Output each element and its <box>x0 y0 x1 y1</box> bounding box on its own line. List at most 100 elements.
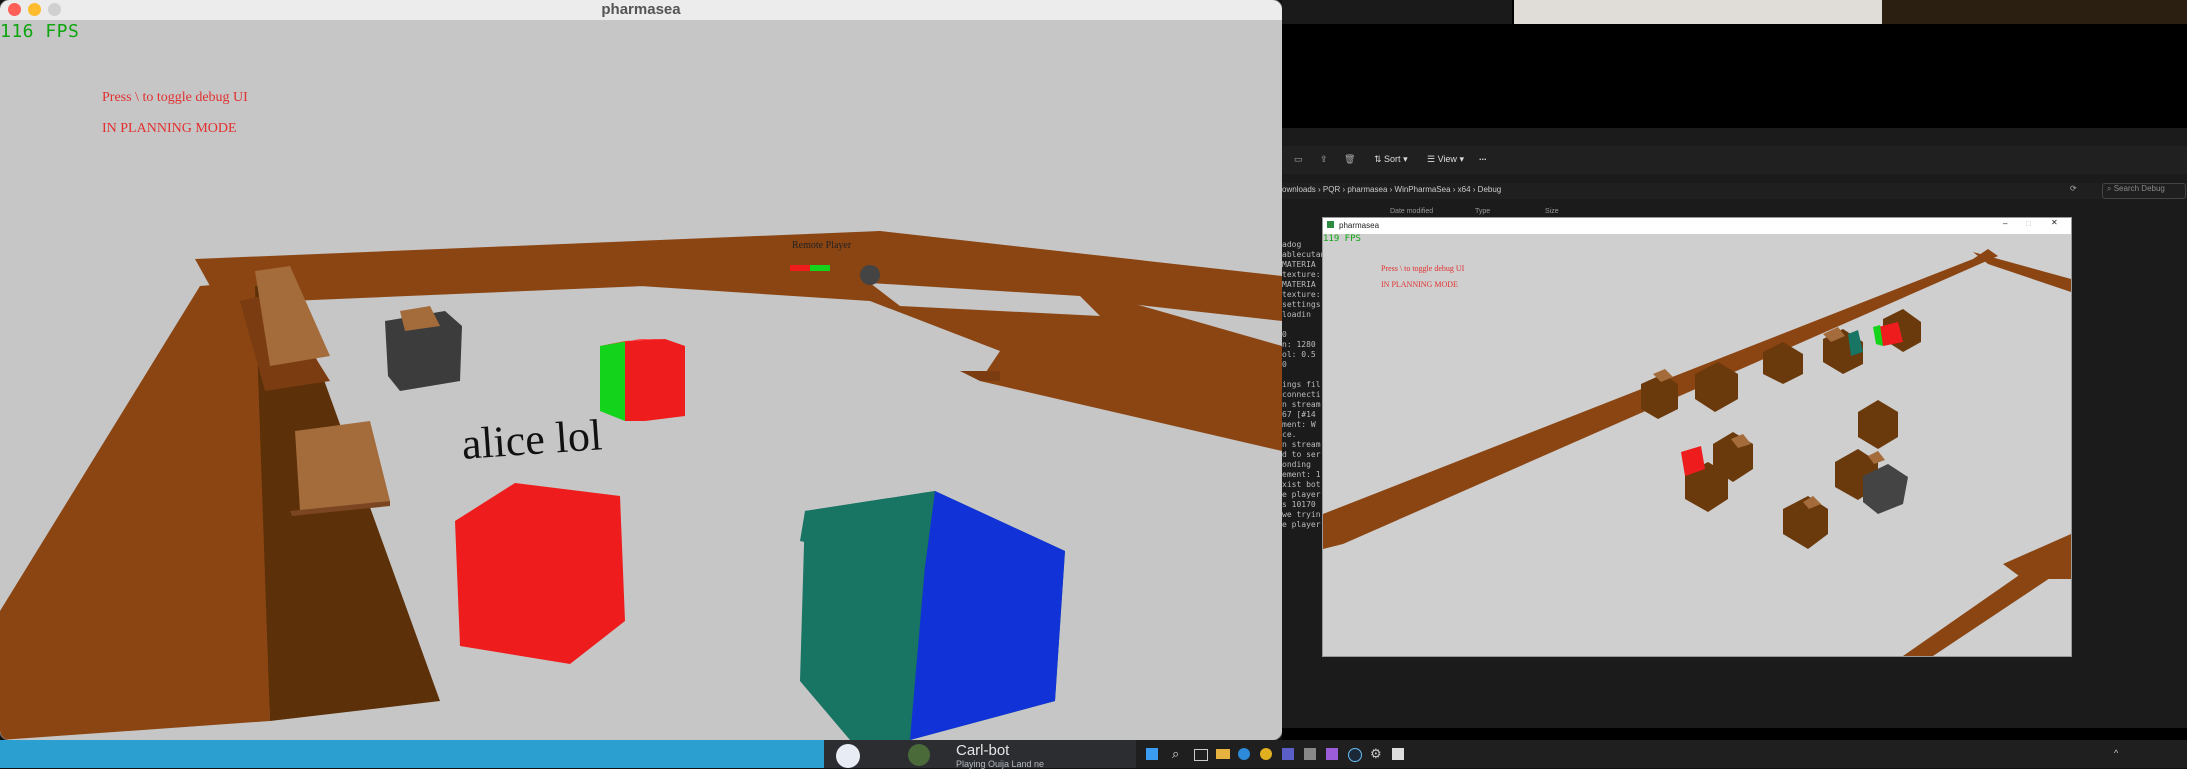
view-button[interactable]: ☰ View ▾ <box>1427 154 1464 165</box>
log-line: we tryin <box>1282 510 1321 519</box>
search-placeholder: Search Debug <box>2113 184 2165 193</box>
mode-text: IN PLANNING MODE <box>102 121 237 136</box>
app-icon <box>1327 221 1334 228</box>
breadcrumb-item[interactable]: Debug <box>1478 185 1502 194</box>
breadcrumb-item[interactable]: WinPharmaSea <box>1395 185 1451 194</box>
windows-start-icon[interactable] <box>1146 748 1158 760</box>
steam-icon[interactable] <box>1348 748 1362 762</box>
copy-icon[interactable]: ▭ <box>1294 154 1303 165</box>
log-line: d to ser <box>1282 450 1321 459</box>
console-log: adogablecutanmodsMATERIAtexture:MATERIAt… <box>1282 240 1322 600</box>
file-explorer-icon[interactable] <box>1216 749 1230 759</box>
window-title: pharmasea <box>601 1 681 18</box>
minimize-button[interactable]: – <box>2003 219 2007 228</box>
log-line: n: 1280 <box>1282 340 1316 349</box>
column-header-date[interactable]: Date modified <box>1390 208 1433 215</box>
search-input[interactable]: ⌕ Search Debug <box>2102 183 2186 199</box>
log-line: adog <box>1282 240 1302 249</box>
log-line: connecti <box>1282 390 1321 399</box>
explorer-toolbar: ▭ ⇪ 🗑 ⇅ Sort ▾ ☰ View ▾ ... <box>1282 146 2187 174</box>
breadcrumb[interactable]: ownloads › PQR › pharmasea › WinPharmaSe… <box>1282 185 1501 194</box>
log-line: loadin <box>1282 310 1311 319</box>
sort-label: Sort <box>1384 154 1401 164</box>
column-header-type[interactable]: Type <box>1475 208 1490 215</box>
log-line: xist bot <box>1282 480 1321 489</box>
breadcrumb-item[interactable]: x64 <box>1458 185 1471 194</box>
windows-taskbar: ⌕ ⚙ ^ <box>1136 740 2187 768</box>
thumbnail[interactable] <box>1514 0 1904 24</box>
tray-chevron-icon[interactable]: ^ <box>2114 748 2118 758</box>
log-line: texture: <box>1282 290 1321 299</box>
edge-icon[interactable] <box>1238 748 1250 760</box>
log-line: e player <box>1282 520 1321 529</box>
bot-name: Carl-bot <box>956 742 1010 759</box>
refresh-icon[interactable]: ⟳ <box>2070 184 2077 193</box>
log-line: MATERIA <box>1282 260 1316 269</box>
log-line: settings <box>1282 300 1321 309</box>
log-line: n stream <box>1282 400 1321 409</box>
breadcrumb-item[interactable]: pharmasea <box>1347 185 1387 194</box>
view-label: View <box>1437 154 1457 164</box>
desktop-background <box>0 740 824 768</box>
log-line: texture: <box>1282 270 1321 279</box>
game-viewport[interactable]: 119 FPS Press \ to toggle debug UI IN PL… <box>1323 234 2071 656</box>
game-window-windows: pharmasea – □ ✕ 119 FPS Press \ to toggl… <box>1322 217 2072 657</box>
search-icon: ⌕ <box>2107 184 2112 193</box>
player-cube <box>455 483 625 664</box>
breadcrumb-item[interactable]: ownloads <box>1282 185 1316 194</box>
more-button[interactable]: ... <box>1479 152 1487 162</box>
log-line: s 10170 <box>1282 500 1316 509</box>
log-line: ce. <box>1282 430 1297 439</box>
player-name-label: alice lol <box>460 410 604 469</box>
column-header-size[interactable]: Size <box>1545 208 1559 215</box>
game-window-mac: pharmasea 116 FPS Press \ to toggle debu… <box>0 0 1282 740</box>
debug-hint-text: Press \ to toggle debug UI <box>1381 264 1465 273</box>
thumbnail[interactable] <box>1882 0 2187 24</box>
fps-counter: 119 FPS <box>1323 234 1361 244</box>
share-icon[interactable]: ⇪ <box>1320 154 1328 165</box>
maximize-button[interactable]: □ <box>2026 219 2031 228</box>
log-line: ings fil <box>1282 380 1321 389</box>
meta-logo-icon <box>836 744 860 768</box>
log-line: e player <box>1282 490 1321 499</box>
fps-counter: 116 FPS <box>0 21 80 42</box>
log-line: 0 <box>1282 360 1287 369</box>
close-button[interactable]: ✕ <box>2051 218 2058 227</box>
breadcrumb-item[interactable]: PQR <box>1323 185 1340 194</box>
store-icon[interactable] <box>1304 748 1316 760</box>
window-titlebar[interactable]: pharmasea – □ ✕ <box>1323 218 2071 234</box>
search-icon[interactable]: ⌕ <box>1172 746 1179 762</box>
mode-text: IN PLANNING MODE <box>1381 280 1458 289</box>
settings-icon[interactable]: ⚙ <box>1370 746 1382 762</box>
log-line: n stream <box>1282 440 1321 449</box>
item-cube <box>600 341 625 421</box>
discord-activity[interactable]: Carl-bot Playing Ouija Land ne <box>824 740 1136 769</box>
visual-studio-icon[interactable] <box>1326 748 1338 760</box>
remote-player-label: Remote Player <box>792 240 852 251</box>
task-view-icon[interactable] <box>1194 749 1208 761</box>
chrome-icon[interactable] <box>1260 748 1272 760</box>
debug-hint-text: Press \ to toggle debug UI <box>102 90 248 105</box>
window-titlebar[interactable]: pharmasea <box>0 0 1282 21</box>
teams-icon[interactable] <box>1282 748 1294 760</box>
log-line: ment: W <box>1282 420 1316 429</box>
log-line: onding <box>1282 460 1311 469</box>
thumbnail[interactable] <box>1282 0 1512 24</box>
window-thumbnails <box>1282 0 2187 26</box>
game-scene <box>1323 234 2071 656</box>
address-bar[interactable]: ownloads › PQR › pharmasea › WinPharmaSe… <box>1282 183 2187 199</box>
sort-button[interactable]: ⇅ Sort ▾ <box>1374 154 1408 165</box>
game-viewport[interactable]: 116 FPS Press \ to toggle debug UI IN PL… <box>0 21 1282 740</box>
delete-icon[interactable]: 🗑 <box>1344 154 1355 165</box>
app-icon[interactable] <box>1392 748 1404 760</box>
log-line: ol: 0.5 <box>1282 350 1316 359</box>
avatar <box>908 744 930 766</box>
